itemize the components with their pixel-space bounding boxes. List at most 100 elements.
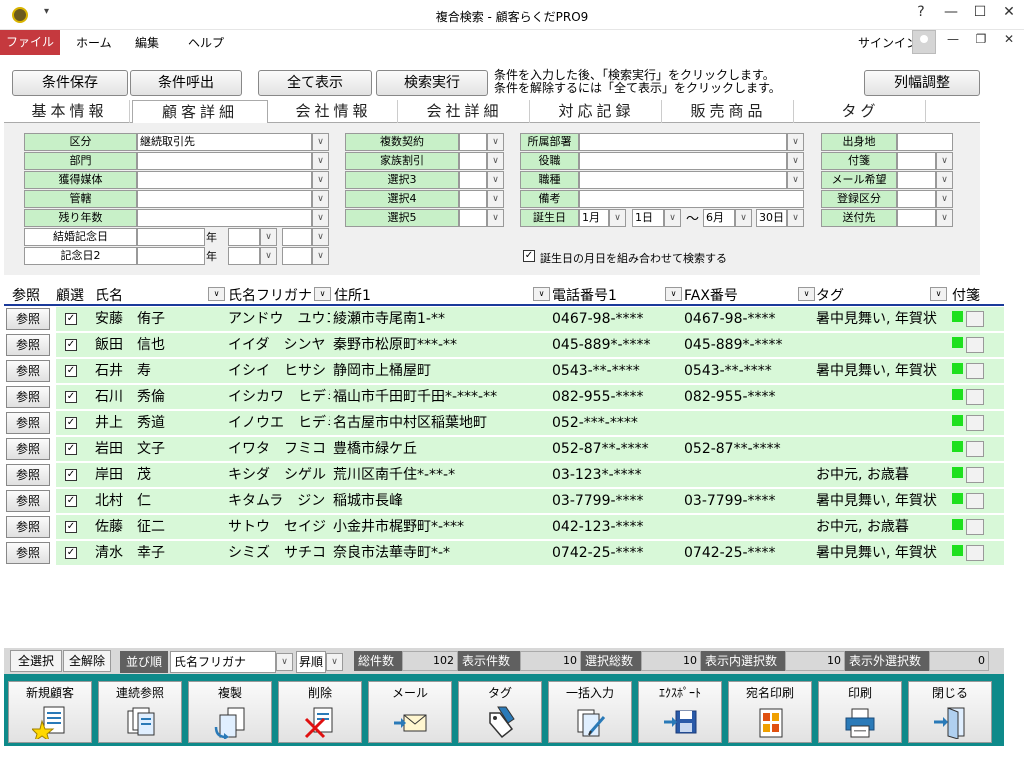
chevron-down-icon[interactable]: ∨ [326, 653, 343, 671]
col-header-name[interactable]: 氏名 [95, 285, 123, 304]
day-field[interactable] [282, 228, 312, 246]
chevron-down-icon[interactable]: ∨ [609, 209, 626, 227]
label-print-button[interactable]: 宛名印刷 [728, 681, 812, 743]
select-checkbox[interactable]: ✓ [65, 469, 77, 481]
birth-day-from[interactable]: 1日 [632, 209, 664, 227]
chevron-down-icon[interactable]: ∨ [665, 287, 682, 301]
family-discount-field[interactable] [459, 152, 487, 170]
load-conditions-button[interactable]: 条件呼出 [130, 70, 242, 96]
select-all-button[interactable]: 全選択 [10, 650, 62, 672]
col-header-ref[interactable]: 参照 [12, 285, 40, 304]
chevron-down-icon[interactable]: ∨ [930, 287, 947, 301]
sticky-note-button[interactable] [966, 311, 984, 327]
col-header-select[interactable]: 顧選 [56, 285, 84, 304]
tab-tags[interactable]: タグ [796, 100, 926, 123]
chevron-down-icon[interactable]: ∨ [735, 209, 752, 227]
show-all-button[interactable]: 全て表示 [258, 70, 372, 96]
month-field[interactable] [228, 228, 260, 246]
select-checkbox[interactable]: ✓ [65, 365, 77, 377]
chevron-down-icon[interactable]: ∨ [314, 287, 331, 301]
department-field[interactable] [137, 152, 312, 170]
print-button[interactable]: 印刷 [818, 681, 902, 743]
chevron-down-icon[interactable]: ∨ [276, 653, 293, 671]
ref-button[interactable]: 参照 [6, 490, 50, 512]
chevron-down-icon[interactable]: ∨ [936, 152, 953, 170]
col-header-kana[interactable]: 氏名フリガナ [228, 285, 312, 304]
wedding-anniversary-field[interactable] [137, 228, 205, 246]
tab-company-detail[interactable]: 会社詳細 [400, 100, 530, 123]
ribbon-close-button[interactable]: ✕ [994, 32, 1024, 46]
bulk-input-button[interactable]: 一括入力 [548, 681, 632, 743]
minimize-button[interactable]: — [936, 4, 966, 20]
ref-button[interactable]: 参照 [6, 516, 50, 538]
ref-button[interactable]: 参照 [6, 438, 50, 460]
chevron-down-icon[interactable]: ∨ [798, 287, 815, 301]
sort-order-select[interactable]: 昇順 [296, 651, 326, 673]
birth-day-to[interactable]: 30日 [756, 209, 787, 227]
execute-search-button[interactable]: 検索実行 [376, 70, 488, 96]
category-field[interactable]: 継続取引先 [137, 133, 312, 151]
anniversary2-field[interactable] [137, 247, 205, 265]
delete-button[interactable]: 削除 [278, 681, 362, 743]
select-checkbox[interactable]: ✓ [65, 443, 77, 455]
continuous-view-button[interactable]: 連続参照 [98, 681, 182, 743]
ribbon-minimize-button[interactable]: — [938, 32, 968, 46]
sticky-note-button[interactable] [966, 363, 984, 379]
sticky-note-button[interactable] [966, 415, 984, 431]
chevron-down-icon[interactable]: ∨ [533, 287, 550, 301]
chevron-down-icon[interactable]: ∨ [487, 209, 504, 227]
select-checkbox[interactable]: ✓ [65, 417, 77, 429]
ribbon-restore-button[interactable]: ❐ [966, 32, 996, 46]
avatar[interactable] [912, 30, 936, 54]
jurisdiction-field[interactable] [137, 190, 312, 208]
chevron-down-icon[interactable]: ∨ [787, 171, 804, 189]
ref-button[interactable]: 参照 [6, 334, 50, 356]
tab-response-record[interactable]: 対応記録 [532, 100, 662, 123]
send-to-field[interactable] [897, 209, 936, 227]
select-checkbox[interactable]: ✓ [65, 391, 77, 403]
ref-button[interactable]: 参照 [6, 464, 50, 486]
birth-month-to[interactable]: 6月 [703, 209, 735, 227]
chevron-down-icon[interactable]: ∨ [787, 133, 804, 151]
help-button[interactable]: ? [906, 4, 936, 20]
ref-button[interactable]: 参照 [6, 412, 50, 434]
column-width-button[interactable]: 列幅調整 [864, 70, 980, 96]
select-checkbox[interactable]: ✓ [65, 547, 77, 559]
ribbon-tab-edit[interactable]: 編集 [135, 34, 159, 51]
chevron-down-icon[interactable]: ∨ [487, 190, 504, 208]
chevron-down-icon[interactable]: ∨ [664, 209, 681, 227]
ref-button[interactable]: 参照 [6, 542, 50, 564]
select5-field[interactable] [459, 209, 487, 227]
sticky-note-button[interactable] [966, 493, 984, 509]
sticky-note-button[interactable] [966, 519, 984, 535]
chevron-down-icon[interactable]: ∨ [312, 247, 329, 265]
mail-preference-field[interactable] [897, 171, 936, 189]
tab-products[interactable]: 販売商品 [664, 100, 794, 123]
close-window-button[interactable]: ✕ [994, 4, 1024, 20]
chevron-down-icon[interactable]: ∨ [260, 247, 277, 265]
chevron-down-icon[interactable]: ∨ [936, 209, 953, 227]
sticky-note-button[interactable] [966, 441, 984, 457]
chevron-down-icon[interactable]: ∨ [312, 190, 329, 208]
new-customer-button[interactable]: 新規顧客 [8, 681, 92, 743]
chevron-down-icon[interactable]: ∨ [787, 152, 804, 170]
birthplace-field[interactable] [897, 133, 953, 151]
maximize-button[interactable]: ☐ [965, 4, 995, 20]
chevron-down-icon[interactable]: ∨ [487, 133, 504, 151]
ribbon-tab-help[interactable]: ヘルプ [188, 34, 224, 51]
select3-field[interactable] [459, 171, 487, 189]
tab-company-info[interactable]: 会社情報 [270, 100, 398, 123]
chevron-down-icon[interactable]: ∨ [787, 209, 804, 227]
select-checkbox[interactable]: ✓ [65, 495, 77, 507]
sticky-note-button[interactable] [966, 467, 984, 483]
col-header-address[interactable]: 住所1 [334, 285, 371, 304]
day-field[interactable] [282, 247, 312, 265]
chevron-down-icon[interactable]: ∨ [312, 171, 329, 189]
chevron-down-icon[interactable]: ∨ [312, 228, 329, 246]
mail-button[interactable]: メール [368, 681, 452, 743]
save-conditions-button[interactable]: 条件保存 [12, 70, 128, 96]
close-button[interactable]: 閉じる [908, 681, 992, 743]
sticky-note-button[interactable] [966, 545, 984, 561]
select-checkbox[interactable]: ✓ [65, 521, 77, 533]
chevron-down-icon[interactable]: ∨ [487, 152, 504, 170]
